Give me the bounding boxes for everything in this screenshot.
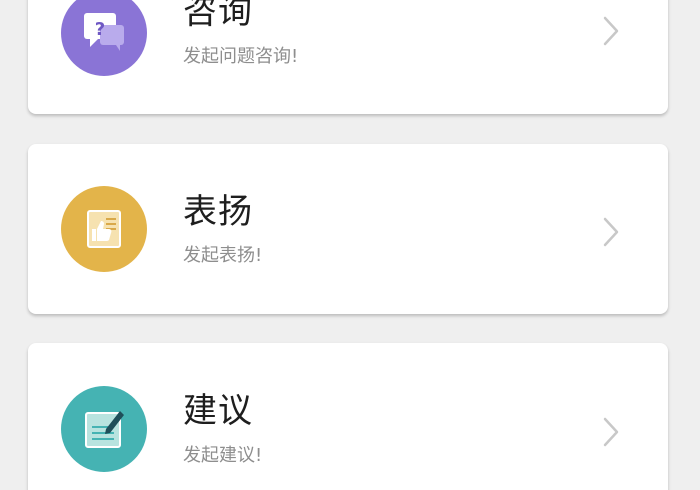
praise-subtitle: 发起表扬! — [183, 245, 263, 266]
screen: ? 咨询 发起问题咨询! 表扬 发起表扬! 建议 发起建议! — [0, 0, 700, 490]
chevron-right-icon — [603, 417, 619, 447]
consult-card[interactable]: ? 咨询 发起问题咨询! — [28, 0, 668, 114]
chevron-right-icon — [603, 217, 619, 247]
suggestion-icon-circle — [61, 386, 147, 472]
consult-subtitle: 发起问题咨询! — [183, 46, 299, 67]
suggestion-card[interactable]: 建议 发起建议! — [28, 343, 668, 490]
praise-card[interactable]: 表扬 发起表扬! — [28, 144, 668, 314]
svg-text:?: ? — [95, 19, 105, 40]
suggestion-title: 建议 — [183, 391, 253, 431]
praise-thumbs-up-icon — [87, 210, 121, 248]
consult-question-icon: ? — [84, 13, 124, 51]
praise-title: 表扬 — [183, 192, 253, 232]
chevron-right-icon — [603, 16, 619, 46]
consult-icon-circle: ? — [61, 0, 147, 76]
praise-icon-circle — [61, 186, 147, 272]
suggestion-subtitle: 发起建议! — [183, 445, 263, 466]
consult-title: 咨询 — [183, 0, 253, 32]
suggestion-edit-icon — [85, 411, 124, 448]
